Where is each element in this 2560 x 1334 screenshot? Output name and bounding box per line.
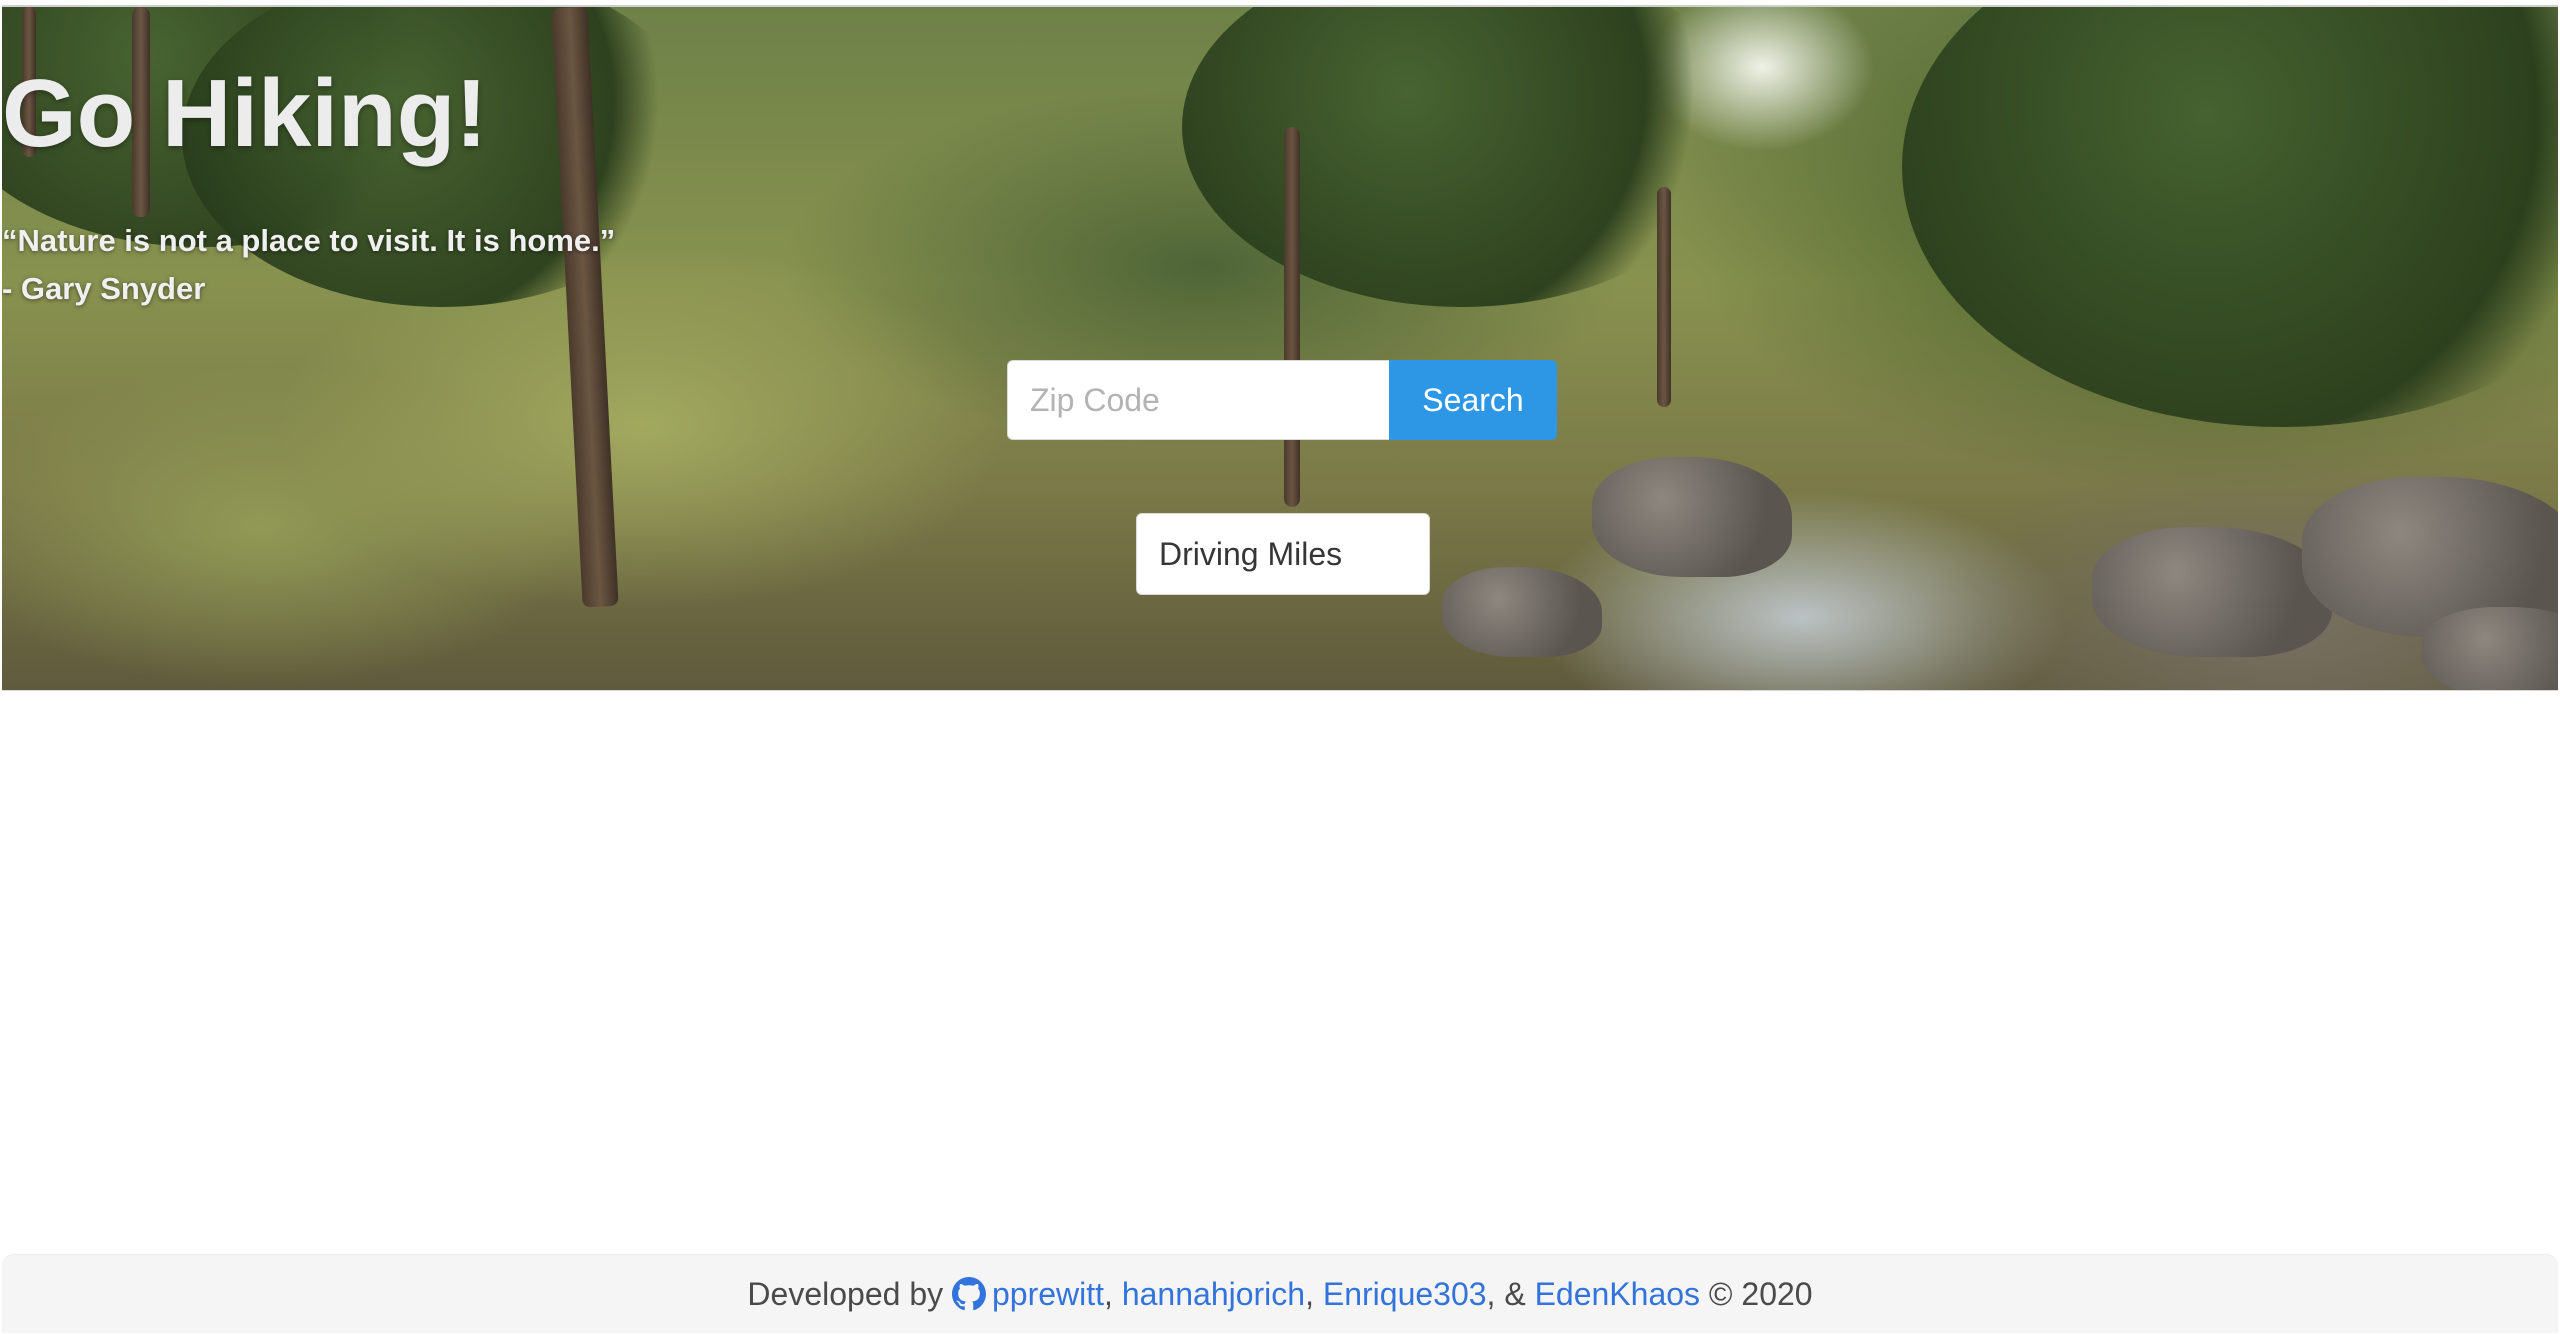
author-link-hannahjorich[interactable]: hannahjorich: [1122, 1276, 1305, 1313]
search-button[interactable]: Search: [1389, 360, 1557, 440]
quote-text: “Nature is not a place to visit. It is h…: [2, 223, 616, 258]
footer-prefix: Developed by: [747, 1275, 952, 1312]
author-link-enrique303[interactable]: Enrique303: [1323, 1276, 1487, 1313]
footer-separator: , &: [1486, 1275, 1535, 1312]
author-link-pprewitt[interactable]: pprewitt: [992, 1276, 1104, 1313]
footer-copyright: © 2020: [1700, 1275, 1813, 1312]
footer-separator: ,: [1104, 1275, 1122, 1312]
rock: [1592, 457, 1792, 577]
footer-separator: ,: [1305, 1275, 1323, 1312]
driving-miles-select[interactable]: Driving Miles: [1136, 513, 1430, 595]
page-title: Go Hiking!: [2, 60, 488, 167]
rock: [2092, 527, 2332, 657]
zip-search-form: Search: [1007, 360, 1557, 440]
github-icon: [952, 1277, 986, 1311]
hero-banner: Go Hiking! “Nature is not a place to vis…: [2, 5, 2558, 691]
rock: [2422, 607, 2558, 690]
driving-miles-select-value: Driving Miles: [1159, 535, 1343, 572]
quote-author: - Gary Snyder: [2, 271, 206, 306]
tree-trunk: [1284, 127, 1300, 507]
rock: [1442, 567, 1602, 657]
footer: Developed by pprewitt, hannahjorich, Enr…: [2, 1254, 2558, 1333]
hero-quote: “Nature is not a place to visit. It is h…: [2, 217, 2558, 313]
zip-code-input[interactable]: [1007, 360, 1389, 440]
author-link-edenkhaos[interactable]: EdenKhaos: [1535, 1276, 1700, 1313]
